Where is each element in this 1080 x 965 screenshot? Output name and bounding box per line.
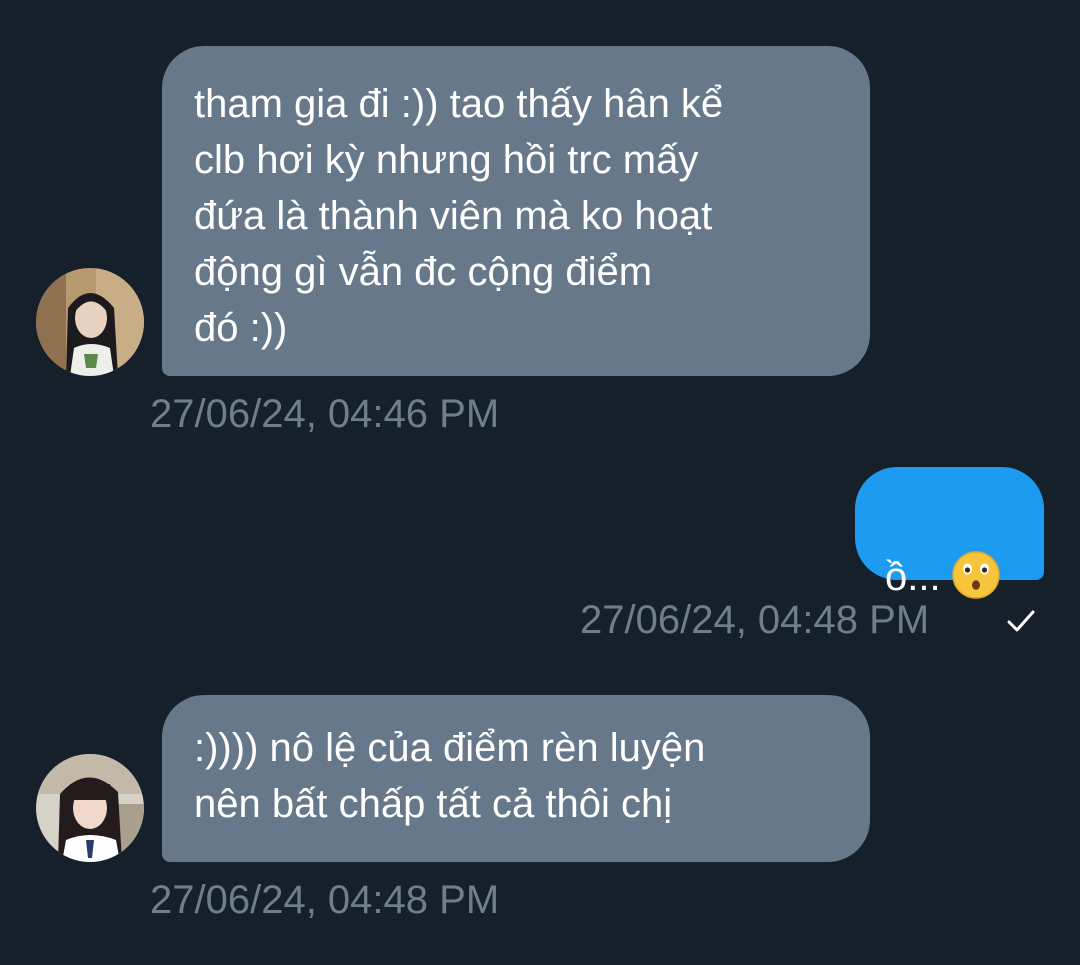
message-timestamp: 27/06/24, 04:46 PM bbox=[150, 392, 500, 436]
message-timestamp: 27/06/24, 04:48 PM bbox=[580, 598, 930, 642]
message-bubble-sent[interactable]: ồ... bbox=[855, 467, 1044, 600]
message-text: ồ... bbox=[885, 555, 941, 599]
avatar[interactable] bbox=[36, 754, 144, 862]
message-bubble-received[interactable]: :)))) nô lệ của điểm rèn luyện nên bất c… bbox=[162, 695, 870, 862]
message-bubble-received[interactable]: tham gia đi :)) tao thấy hân kể clb hơi … bbox=[162, 46, 870, 376]
hushed-face-emoji bbox=[951, 551, 1000, 600]
message-timestamp: 27/06/24, 04:48 PM bbox=[150, 878, 500, 922]
avatar[interactable] bbox=[36, 268, 144, 376]
avatar-photo bbox=[36, 754, 144, 862]
avatar-photo bbox=[36, 268, 144, 376]
checkmark-icon bbox=[1007, 610, 1035, 632]
